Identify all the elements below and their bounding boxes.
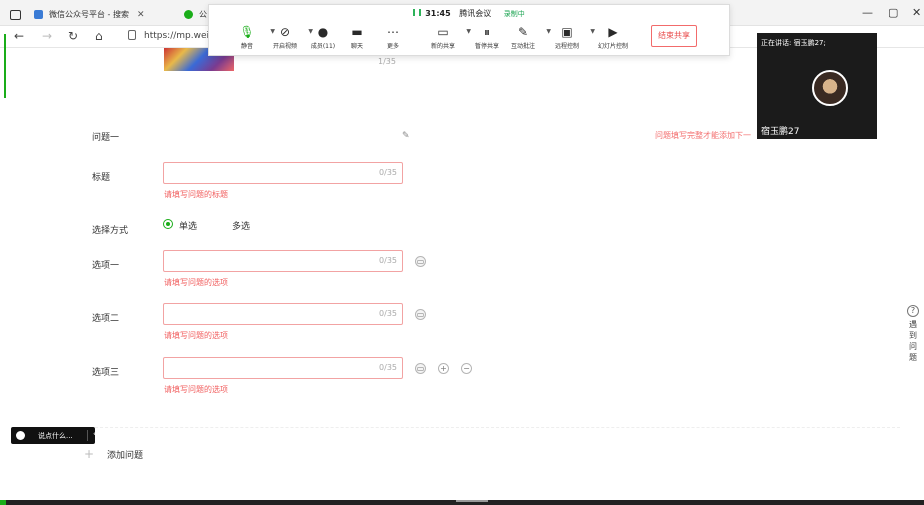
emoji-icon[interactable] <box>16 431 25 440</box>
help-text: 遇到问题 <box>909 320 917 362</box>
wechat-icon <box>184 10 193 19</box>
meeting-status: 31:45 腾讯会议 录制中 <box>209 8 729 19</box>
chat-input-pill[interactable]: 说点什么... ‹ <box>11 427 96 444</box>
image-icon[interactable]: ▭ <box>415 309 426 320</box>
accent-mark <box>0 500 6 505</box>
option-label: 选项三 <box>92 368 120 378</box>
close-window-button[interactable]: ✕ <box>912 6 921 19</box>
title-error: 请填写问题的标题 <box>164 190 228 199</box>
remote-control-button[interactable]: ▣ 远程控制 ▼ <box>545 25 595 50</box>
divider <box>80 427 900 428</box>
divider <box>456 500 488 502</box>
home-icon[interactable]: ⌂ <box>95 29 103 43</box>
bing-icon <box>34 10 43 19</box>
meeting-time: 31:45 <box>425 9 451 18</box>
question-icon: ? <box>907 305 919 317</box>
option-input[interactable]: 0/35 <box>163 303 403 325</box>
image-icon[interactable]: ▭ <box>415 256 426 267</box>
image-icon[interactable]: ▭ <box>415 363 426 374</box>
question-label: 问题一 <box>92 133 120 143</box>
option-error: 请填写问题的选项 <box>164 278 228 287</box>
divider <box>87 430 88 441</box>
accent-bar <box>4 34 6 98</box>
chevron-left-icon[interactable]: ‹ <box>93 429 96 438</box>
new-share-button[interactable]: ▭ 新的共享 ▼ <box>421 25 471 50</box>
more-icon: ⋯ <box>387 25 399 39</box>
participant-name: 宿玉鹏27 <box>761 127 800 137</box>
speaking-indicator: 正在讲话: 宿玉鹏27; <box>761 39 826 47</box>
remote-control-icon: ▣ <box>561 25 573 39</box>
more-button[interactable]: ⋯ 更多 <box>371 25 415 50</box>
minimize-button[interactable]: — <box>862 6 873 19</box>
meeting-toolbar: 31:45 腾讯会议 录制中 🎙 静音 ▼ ⊘ 开启视频 ▼ ● 成员(11) … <box>208 4 730 56</box>
share-icon: ▭ <box>437 25 449 39</box>
chat-placeholder: 说点什么... <box>38 432 73 440</box>
video-panel[interactable]: 正在讲话: 宿玉鹏27; 宿玉鹏27 <box>757 33 877 139</box>
back-icon[interactable]: ← <box>14 29 24 43</box>
edit-icon[interactable]: ✎ <box>402 131 410 141</box>
tab-search[interactable]: 微信公众号平台 - 搜索 ✕ <box>34 3 176 26</box>
close-icon[interactable]: ✕ <box>137 10 145 20</box>
annotate-icon: ✎ <box>517 25 529 39</box>
add-question-button[interactable]: + 添加问题 <box>84 447 143 461</box>
tab-actions-icon[interactable] <box>10 3 21 26</box>
add-option-icon[interactable]: + <box>438 363 449 374</box>
refresh-icon[interactable]: ↻ <box>68 29 78 43</box>
option-error: 请填写问题的选项 <box>164 331 228 340</box>
meeting-app-name: 腾讯会议 <box>459 9 492 18</box>
lock-icon <box>128 30 136 40</box>
plus-icon: + <box>84 447 95 461</box>
single-choice-label: 单选 <box>179 222 198 232</box>
option-label: 选项二 <box>92 314 120 324</box>
slide-control-button[interactable]: ▶ 幻灯片控制 <box>591 25 635 50</box>
signal-icon <box>413 9 422 16</box>
tab-title: 公 <box>199 10 207 19</box>
help-widget[interactable]: ? 遇到问题 <box>906 305 920 363</box>
title-input[interactable]: 0/35 <box>163 162 403 184</box>
taskbar-edge <box>0 500 924 505</box>
single-choice-radio[interactable] <box>163 219 173 229</box>
title-label: 标题 <box>92 173 111 183</box>
top-counter: 1/35 <box>378 57 396 66</box>
end-share-button[interactable]: 结束共享 <box>651 25 697 47</box>
maximize-button[interactable]: ▢ <box>888 6 898 19</box>
tab-wechat[interactable]: 公 <box>184 3 208 26</box>
option-input[interactable]: 0/35 <box>163 250 403 272</box>
char-counter: 0/35 <box>379 309 397 318</box>
tab-title: 微信公众号平台 - 搜索 <box>49 10 129 19</box>
warning-text: 问题填写完整才能添加下一 <box>655 131 751 140</box>
avatar <box>812 70 848 106</box>
slide-control-icon: ▶ <box>608 25 618 39</box>
option-input[interactable]: 0/35 <box>163 357 403 379</box>
choice-mode-label: 选择方式 <box>92 226 129 236</box>
record-status: 录制中 <box>503 10 525 18</box>
char-counter: 0/35 <box>379 256 397 265</box>
annotate-button[interactable]: ✎ 互动批注 ▼ <box>501 25 551 50</box>
add-question-label: 添加问题 <box>107 451 144 461</box>
option-error: 请填写问题的选项 <box>164 385 228 394</box>
forward-icon[interactable]: → <box>42 29 52 43</box>
char-counter: 0/35 <box>379 363 397 372</box>
char-counter: 0/35 <box>379 168 397 177</box>
option-label: 选项一 <box>92 261 120 271</box>
remove-option-icon[interactable]: − <box>461 363 472 374</box>
multi-choice-label[interactable]: 多选 <box>232 219 250 232</box>
